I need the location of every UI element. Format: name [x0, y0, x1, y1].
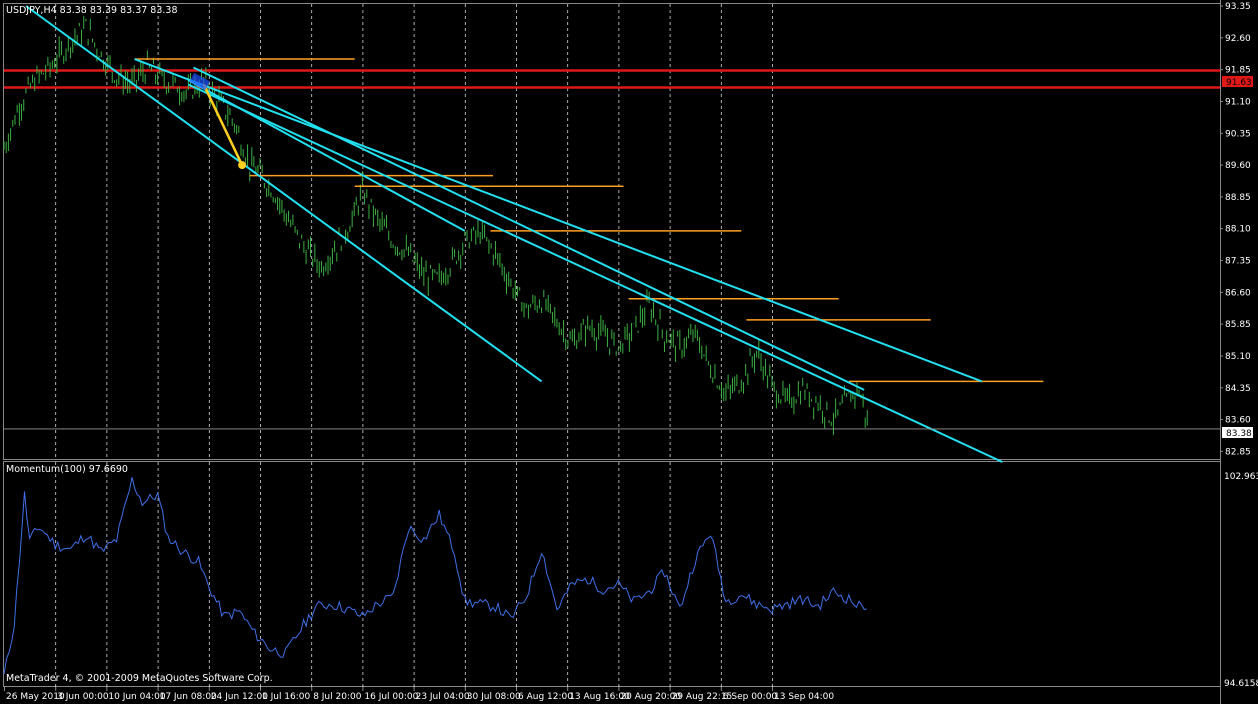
time-tick-label: 30 Jul 08:00 [467, 692, 521, 702]
price-tick-label: 82.85 [1225, 447, 1251, 457]
svg-text:83.38: 83.38 [1226, 429, 1252, 439]
momentum-tick-label: 102.963 [1224, 472, 1258, 482]
chart-header: USDJPY,H4 83.38 83.39 83.37 83.38 [6, 5, 178, 16]
price-tick-label: 85.85 [1225, 320, 1251, 330]
price-tick-label: 84.35 [1225, 384, 1251, 394]
price-tick-label: 91.85 [1225, 66, 1251, 76]
chart-background [0, 0, 1258, 704]
time-tick-label: 16 Jul 00:00 [364, 692, 418, 702]
price-tick-label: 86.60 [1225, 288, 1251, 298]
level-price-tag: 91.63 [1222, 76, 1253, 88]
time-tick-label: 3 Jun 00:00 [57, 692, 109, 702]
mt4-chart-window[interactable]: 93.35 92.60 91.85 91.10 90.35 89.60 88.85 88.10… [0, 0, 1258, 704]
copyright-label: MetaTrader 4, © 2001-2009 MetaQuotes Sof… [6, 673, 273, 684]
momentum-tick-label: 94.6158 [1224, 679, 1258, 689]
price-tick-label: 93.35 [1225, 2, 1251, 12]
time-tick-label: 17 Jun 08:00 [160, 692, 217, 702]
svg-text:91.63: 91.63 [1226, 78, 1252, 88]
time-tick-label: 23 Jul 04:00 [416, 692, 470, 702]
price-tick-label: 92.60 [1225, 34, 1251, 44]
price-tick-label: 90.35 [1225, 129, 1251, 139]
price-tick-label: 89.60 [1225, 161, 1251, 171]
time-tick-label: 1 Jul 16:00 [262, 692, 311, 702]
last-price-tag: 83.38 [1222, 427, 1253, 439]
price-tick-label: 88.85 [1225, 193, 1251, 203]
time-tick-label: 6 Sep 00:00 [723, 692, 778, 702]
time-tick-label: 26 May 2010 [6, 692, 65, 702]
time-tick-label: 6 Aug 12:00 [518, 692, 573, 702]
arrow-head [238, 161, 247, 170]
price-tick-label: 91.10 [1225, 97, 1251, 107]
price-tick-label: 88.10 [1225, 225, 1251, 235]
time-tick-label: 10 Jun 04:00 [108, 692, 165, 702]
time-tick-label: 8 Jul 20:00 [313, 692, 362, 702]
indicator-header: Momentum(100) 97.6690 [6, 464, 128, 475]
price-tick-label: 87.35 [1225, 257, 1251, 267]
time-tick-label: 13 Sep 04:00 [774, 692, 834, 702]
time-tick-label: 24 Jun 12:00 [211, 692, 268, 702]
price-tick-label: 85.10 [1225, 352, 1251, 362]
price-tick-label: 83.60 [1225, 416, 1251, 426]
